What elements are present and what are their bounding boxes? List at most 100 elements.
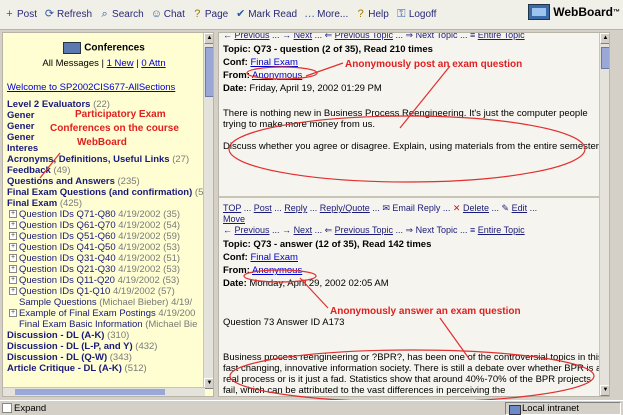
entire-topic-link[interactable]: Entire Topic [478, 33, 525, 40]
scroll-thumb[interactable] [15, 389, 165, 395]
email-reply-link[interactable]: Email Reply ... [392, 203, 450, 213]
conf-item-label: Acronyms, Definitions, Useful Links [7, 154, 170, 165]
next-topic-icon: ⇒ [405, 225, 414, 235]
expand-icon[interactable]: + [9, 254, 17, 263]
scroll-down-arrow[interactable]: ▼ [600, 385, 609, 396]
author-link[interactable]: Anonymous [252, 265, 302, 276]
attn-messages-link[interactable]: 0 Attn [141, 58, 165, 69]
refresh-label: Refresh [57, 9, 93, 20]
topic-item[interactable]: + Question IDs Q71-Q80 4/19/2002 (35) [7, 209, 201, 220]
conf-item-label: Questions and Answers [7, 176, 115, 187]
post-2: TOP ... Post ... Reply ... Reply/Quote .… [223, 203, 607, 396]
scroll-thumb[interactable] [205, 47, 213, 97]
topic-label: Question IDs Q1-Q10 [19, 286, 111, 297]
expand-icon[interactable]: + [9, 309, 17, 318]
date-value: Monday, April 29, 2002 02:05 AM [249, 278, 389, 289]
prev-topic-icon: ⇐ [324, 225, 333, 235]
expand-icon[interactable]: + [9, 210, 17, 219]
conf-item[interactable]: Article Critique - DL (A-K) (512) [7, 363, 201, 374]
author-link[interactable]: Anonymous [252, 70, 302, 81]
left-vertical-scrollbar[interactable]: ▲ ▼ [203, 33, 213, 389]
topic-item[interactable]: Final Exam Basic Information (Michael Bi… [7, 319, 201, 330]
conf-label: Conf: [223, 252, 248, 263]
scroll-up-arrow[interactable]: ▲ [204, 33, 213, 44]
edit-link[interactable]: Edit [512, 203, 528, 213]
top-link[interactable]: TOP [223, 203, 241, 213]
previous-link[interactable]: Previous [235, 33, 270, 40]
topic-item[interactable]: + Question IDs Q41-Q50 4/19/2002 (53) [7, 242, 201, 253]
conf-item[interactable]: Discussion - DL (Q-W) (343) [7, 352, 201, 363]
previous-topic-link[interactable]: Previous Topic [335, 33, 393, 40]
post-body: There is nothing new in Business Process… [223, 108, 588, 130]
topic-meta: 4/19/2002 (53) [118, 242, 181, 253]
conf-item[interactable]: Final Exam Questions (and confirmation) … [7, 187, 203, 198]
chat-label: Chat [163, 9, 185, 20]
topic-item[interactable]: + Question IDs Q51-Q60 4/19/2002 (59) [7, 231, 201, 242]
logoff-button[interactable]: ⚿ Logoff [396, 9, 437, 21]
left-horizontal-scrollbar[interactable] [3, 387, 205, 396]
next-link[interactable]: Next [294, 33, 313, 40]
conf-item[interactable]: Feedback (49) [7, 165, 201, 176]
help-button[interactable]: ? Help [355, 9, 389, 21]
conf-item[interactable]: Discussion - DL (L-P, and Y) (432) [7, 341, 201, 352]
next-link[interactable]: Next [294, 225, 313, 235]
chat-button[interactable]: ☺ Chat [151, 9, 185, 21]
refresh-button[interactable]: ⟳ Refresh [44, 9, 93, 21]
reply-link[interactable]: Reply [284, 203, 307, 213]
topic-line: Topic: Q73 - question (2 of 35), Read 21… [223, 44, 433, 55]
scroll-thumb[interactable] [601, 47, 609, 69]
topic-item[interactable]: Sample Questions (Michael Bieber) 4/19/ [7, 297, 201, 308]
conf-item-label: Gener [7, 132, 35, 143]
search-button[interactable]: ⌕ Search [99, 9, 143, 21]
conf-item[interactable]: Questions and Answers (235) [7, 176, 201, 187]
topic-item[interactable]: + Question IDs Q31-Q40 4/19/2002 (51) [7, 253, 201, 264]
post-button[interactable]: + Post [4, 9, 37, 21]
conf-item[interactable]: Acronyms, Definitions, Useful Links (27) [7, 154, 201, 165]
topic-line: Topic: Q73 - answer (12 of 35), Read 142… [223, 239, 432, 250]
previous-link[interactable]: Previous [235, 225, 270, 235]
post-body: Business process reengineering or ?BPR?,… [223, 352, 603, 396]
delete-link[interactable]: Delete [463, 203, 489, 213]
expand-icon[interactable]: + [9, 221, 17, 230]
scroll-down-arrow[interactable]: ▼ [204, 378, 213, 389]
topic-label: Question IDs Q61-Q70 [19, 220, 116, 231]
new-messages-link[interactable]: 1 New [107, 58, 134, 69]
mark-read-button[interactable]: ✔ Mark Read [235, 9, 297, 21]
right-vertical-scrollbar[interactable]: ▲ ▼ [599, 33, 609, 396]
scroll-up-arrow[interactable]: ▲ [600, 33, 609, 44]
page-button[interactable]: ? Page [192, 9, 228, 21]
welcome-link[interactable]: Welcome to SP2002CIS677-AllSections [7, 82, 201, 93]
logoff-label: Logoff [408, 9, 437, 20]
expand-icon[interactable]: + [9, 287, 17, 296]
from-label: From: [223, 265, 250, 276]
conf-link[interactable]: Final Exam [250, 252, 298, 263]
topic-meta: 4/19/2002 (51) [118, 253, 181, 264]
topic-item[interactable]: + Question IDs Q61-Q70 4/19/2002 (54) [7, 220, 201, 231]
expand-icon[interactable]: + [9, 276, 17, 285]
topic-label: Question IDs Q51-Q60 [19, 231, 116, 242]
webboard-logo-icon [528, 4, 551, 20]
topic-item[interactable]: + Question IDs Q11-Q20 4/19/2002 (53) [7, 275, 201, 286]
next-topic-link[interactable]: Next Topic [416, 225, 458, 235]
next-arrow-icon: → [282, 32, 292, 40]
expand-icon[interactable]: + [9, 243, 17, 252]
conf-link[interactable]: Final Exam [250, 57, 298, 68]
topic-item[interactable]: + Example of Final Exam Postings 4/19/200 [7, 308, 201, 319]
conf-item-label: Discussion - DL (L-P, and Y) [7, 341, 133, 352]
post-link[interactable]: Post [254, 203, 272, 213]
topic-item[interactable]: + Question IDs Q21-Q30 4/19/2002 (53) [7, 264, 201, 275]
conf-item-final-exam[interactable]: Final Exam (425) [7, 198, 201, 209]
all-messages-label: All Messages | [42, 58, 104, 69]
previous-topic-link[interactable]: Previous Topic [335, 225, 393, 235]
conf-item[interactable]: Discussion - DL (A-K) (310) [7, 330, 201, 341]
move-link[interactable]: Move [223, 214, 245, 224]
expand-icon[interactable]: + [9, 265, 17, 274]
expand-icon[interactable]: + [9, 232, 17, 241]
topic-label: Question IDs Q31-Q40 [19, 253, 116, 264]
topic-item[interactable]: + Question IDs Q1-Q10 4/19/2002 (57) [7, 286, 201, 297]
reply-quote-link[interactable]: Reply/Quote [320, 203, 370, 213]
entire-topic-link[interactable]: Entire Topic [478, 225, 525, 235]
more-button[interactable]: … More... [304, 9, 348, 21]
next-topic-link[interactable]: Next Topic [416, 33, 458, 40]
topic-label: Question IDs Q21-Q30 [19, 264, 116, 275]
